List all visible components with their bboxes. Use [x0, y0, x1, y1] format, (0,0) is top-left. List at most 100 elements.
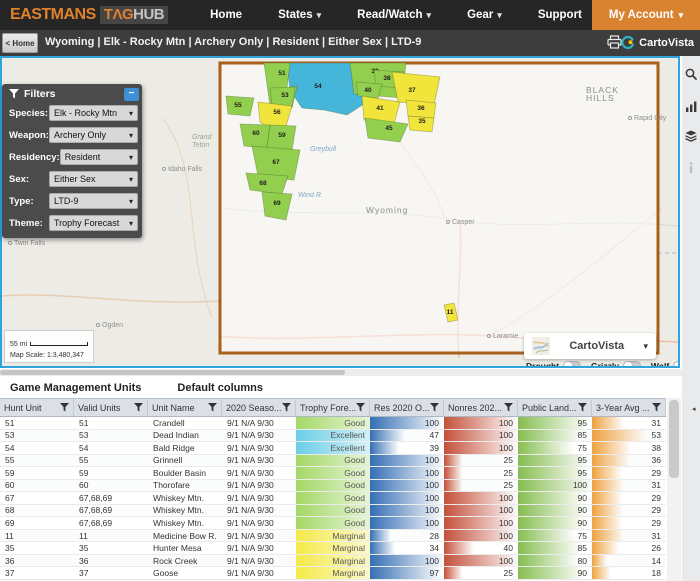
- search-icon[interactable]: [682, 62, 700, 86]
- column-header-hunt-unit[interactable]: Hunt Unit: [0, 399, 74, 416]
- filters-panel: Filters − Species: Elk - Rocky Mtn ▾ Weapon…: [2, 84, 142, 238]
- filter-select-theme[interactable]: Trophy Forecast ▾: [49, 215, 138, 231]
- cell-3-year-avg-: 31: [592, 417, 666, 429]
- cell-trophy-fore-: Good: [296, 504, 370, 517]
- cartovista-logo[interactable]: CartoVista: [620, 35, 694, 50]
- column-filter-icon[interactable]: [356, 403, 365, 412]
- cell-hunt-unit: 11: [5, 530, 14, 541]
- cell-3-year-avg-: 31: [592, 529, 666, 542]
- vertical-scrollbar-thumb[interactable]: [669, 400, 679, 478]
- column-label: Valid Units: [78, 402, 121, 413]
- table-title[interactable]: Game Management Units: [10, 382, 141, 394]
- filter-select-species[interactable]: Elk - Rocky Mtn ▾: [49, 105, 138, 121]
- column-header-unit-name[interactable]: Unit Name: [148, 399, 222, 416]
- table-row[interactable]: 36 36 Rock Creek 9/1 N/A 9/30 Marginal 100 100…: [0, 554, 666, 568]
- info-icon[interactable]: [682, 156, 700, 180]
- layers-icon[interactable]: [682, 124, 700, 148]
- horizontal-scrollbar-thumb[interactable]: [0, 370, 345, 375]
- collapse-arrow-icon[interactable]: ◂: [692, 405, 696, 413]
- table-row[interactable]: 54 54 Bald Ridge 9/1 N/A 9/30 Excellent 39 100…: [0, 442, 666, 455]
- cell-hunt-unit: 37: [5, 568, 15, 579]
- column-filter-icon[interactable]: [282, 403, 291, 412]
- grizzly-toggle[interactable]: [622, 361, 641, 366]
- table-row[interactable]: 55 55 Grinnell 9/1 N/A 9/30 Good 100 25 95 36: [0, 454, 666, 468]
- cell-nonres-202-: 100: [444, 529, 518, 542]
- map-tools-sidebar: ◂: [682, 56, 700, 581]
- minimize-panel-button[interactable]: −: [124, 87, 139, 101]
- wolf-toggle[interactable]: [673, 361, 678, 366]
- table-row[interactable]: 59 59 Boulder Basin 9/1 N/A 9/30 Good 100 25 95…: [0, 467, 666, 480]
- eastmans-taghub-logo[interactable]: EASTMANS TΛGHUB: [10, 6, 169, 24]
- column-filter-icon[interactable]: [578, 403, 587, 412]
- cell-public-land-: 95: [518, 454, 592, 467]
- table-row[interactable]: 35 35 Hunter Mesa 9/1 N/A 9/30 Marginal 34 40 8…: [0, 542, 666, 555]
- filter-select-sex[interactable]: Either Sex ▾: [49, 171, 138, 187]
- chart-icon[interactable]: [682, 94, 700, 118]
- column-header-nonres-202-[interactable]: Nonres 202...: [444, 399, 518, 416]
- column-filter-icon[interactable]: [60, 403, 69, 412]
- horizontal-scrollbar[interactable]: [0, 369, 682, 376]
- drought-toggle[interactable]: [563, 361, 582, 366]
- column-header-res-2020-o-[interactable]: Res 2020 O...: [370, 399, 444, 416]
- basemap-selector[interactable]: CartoVista ▾: [524, 333, 656, 359]
- table-row[interactable]: 51 51 Crandell 9/1 N/A 9/30 Good 100 100 95 31: [0, 417, 666, 430]
- table-row[interactable]: 67 67,68,69 Whiskey Mtn. 9/1 N/A 9/30 Good 10…: [0, 492, 666, 505]
- table-row[interactable]: 11 11 Medicine Bow R. 9/1 N/A 9/30 Marginal 2…: [0, 529, 666, 543]
- cell-trophy-fore-: Good: [296, 454, 370, 467]
- hunt-unit-label: 51: [278, 70, 286, 77]
- hunt-unit-label: 69: [273, 200, 281, 207]
- nav-item-gear[interactable]: Gear ▾: [467, 9, 502, 21]
- column-filter-icon[interactable]: [430, 403, 439, 412]
- vertical-scrollbar[interactable]: [667, 398, 681, 581]
- cell-3-year-avg-: 26: [592, 542, 666, 554]
- columns-preset-selector[interactable]: Default columns: [177, 382, 263, 394]
- toggle-knob: [623, 362, 632, 366]
- cell-nonres-202-: 100: [444, 429, 518, 442]
- column-header-trophy-fore-[interactable]: Trophy Fore...: [296, 399, 370, 416]
- cell-res-2020-o-: 47: [370, 429, 444, 442]
- table-row[interactable]: 53 53 Dead Indian 9/1 N/A 9/30 Excellent 47 10…: [0, 429, 666, 443]
- filter-select-type[interactable]: LTD-9 ▾: [49, 193, 138, 209]
- column-filter-icon[interactable]: [208, 403, 217, 412]
- nav-item-home[interactable]: Home: [210, 9, 242, 21]
- cell-trophy-fore-: Excellent: [296, 429, 370, 442]
- back-home-button[interactable]: < Home: [2, 33, 38, 53]
- hunt-unit-label: 45: [385, 125, 393, 132]
- column-header-public-land-[interactable]: Public Land...: [518, 399, 592, 416]
- table-row[interactable]: 60 60 Thorofare 9/1 N/A 9/30 Good 100 25 100 31: [0, 479, 666, 493]
- filter-fields: Species: Elk - Rocky Mtn ▾ Weapon: Archery O…: [2, 102, 142, 234]
- cell-trophy-fore-: Marginal: [296, 542, 370, 554]
- cell-public-land-: 75: [518, 529, 592, 542]
- cell-trophy-fore-: Marginal: [296, 554, 370, 567]
- nav-item-read-watch[interactable]: Read/Watch ▾: [357, 9, 431, 21]
- nav-item-states[interactable]: States ▾: [278, 9, 321, 21]
- column-filter-icon[interactable]: [134, 403, 143, 412]
- cell-2020-seaso-: 9/1 N/A 9/30: [227, 442, 274, 453]
- column-header-valid-units[interactable]: Valid Units: [74, 399, 148, 416]
- column-header-3-year-avg-[interactable]: 3-Year Avg ...: [592, 399, 666, 416]
- nav-item-support[interactable]: Support: [538, 9, 582, 21]
- cell-valid-units: 60: [79, 480, 89, 491]
- hunt-unit-label: 60: [252, 130, 260, 137]
- chevron-down-icon: ▾: [128, 174, 133, 184]
- cell-nonres-202-: 25: [444, 479, 518, 492]
- hunt-unit-label: 54: [314, 83, 322, 90]
- filter-funnel-icon: [9, 89, 19, 99]
- cell-trophy-fore-: Good: [296, 417, 370, 429]
- column-header-2020-seaso-[interactable]: 2020 Seaso...: [222, 399, 296, 416]
- toggle-knob: [564, 362, 573, 366]
- column-filter-icon[interactable]: [504, 403, 513, 412]
- hunt-unit-polygon-37[interactable]: [391, 71, 441, 106]
- cell-unit-name: Hunter Mesa: [153, 543, 202, 554]
- cell-nonres-202-: 25: [444, 454, 518, 467]
- filter-select-residency[interactable]: Resident ▾: [59, 149, 138, 165]
- cell-2020-seaso-: 9/1 N/A 9/30: [227, 505, 274, 516]
- my-account-button[interactable]: My Account ▾: [592, 0, 700, 30]
- table-row[interactable]: 37 37 Goose 9/1 N/A 9/30 Marginal 97 25 90 18: [0, 567, 666, 580]
- table-row[interactable]: 69 67,68,69 Whiskey Mtn. 9/1 N/A 9/30 Good 10…: [0, 517, 666, 530]
- table-row[interactable]: 68 67,68,69 Whiskey Mtn. 9/1 N/A 9/30 Good 10…: [0, 504, 666, 518]
- cell-res-2020-o-: 34: [370, 542, 444, 554]
- column-filter-icon[interactable]: [652, 403, 661, 412]
- filter-select-weapon[interactable]: Archery Only ▾: [49, 127, 138, 143]
- top-nav: EASTMANS TΛGHUB Home States ▾ Read/Watch ▾ Ge…: [0, 0, 700, 30]
